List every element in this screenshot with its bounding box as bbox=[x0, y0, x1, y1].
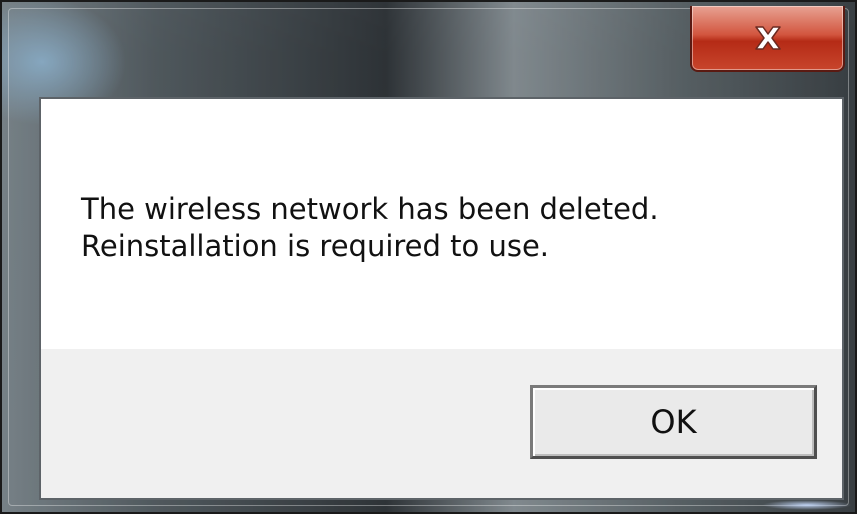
ok-button[interactable]: OK bbox=[530, 385, 817, 459]
button-bar: OK bbox=[41, 349, 842, 498]
close-button[interactable] bbox=[690, 6, 845, 72]
dialog-window: The wireless network has been deleted. R… bbox=[0, 0, 857, 514]
message-text: The wireless network has been deleted. R… bbox=[81, 192, 659, 263]
dialog-client-area: The wireless network has been deleted. R… bbox=[39, 97, 844, 500]
title-bar[interactable] bbox=[2, 2, 855, 98]
frame-glow-accent bbox=[762, 500, 852, 510]
message-area: The wireless network has been deleted. R… bbox=[41, 99, 842, 349]
close-icon bbox=[754, 26, 781, 50]
